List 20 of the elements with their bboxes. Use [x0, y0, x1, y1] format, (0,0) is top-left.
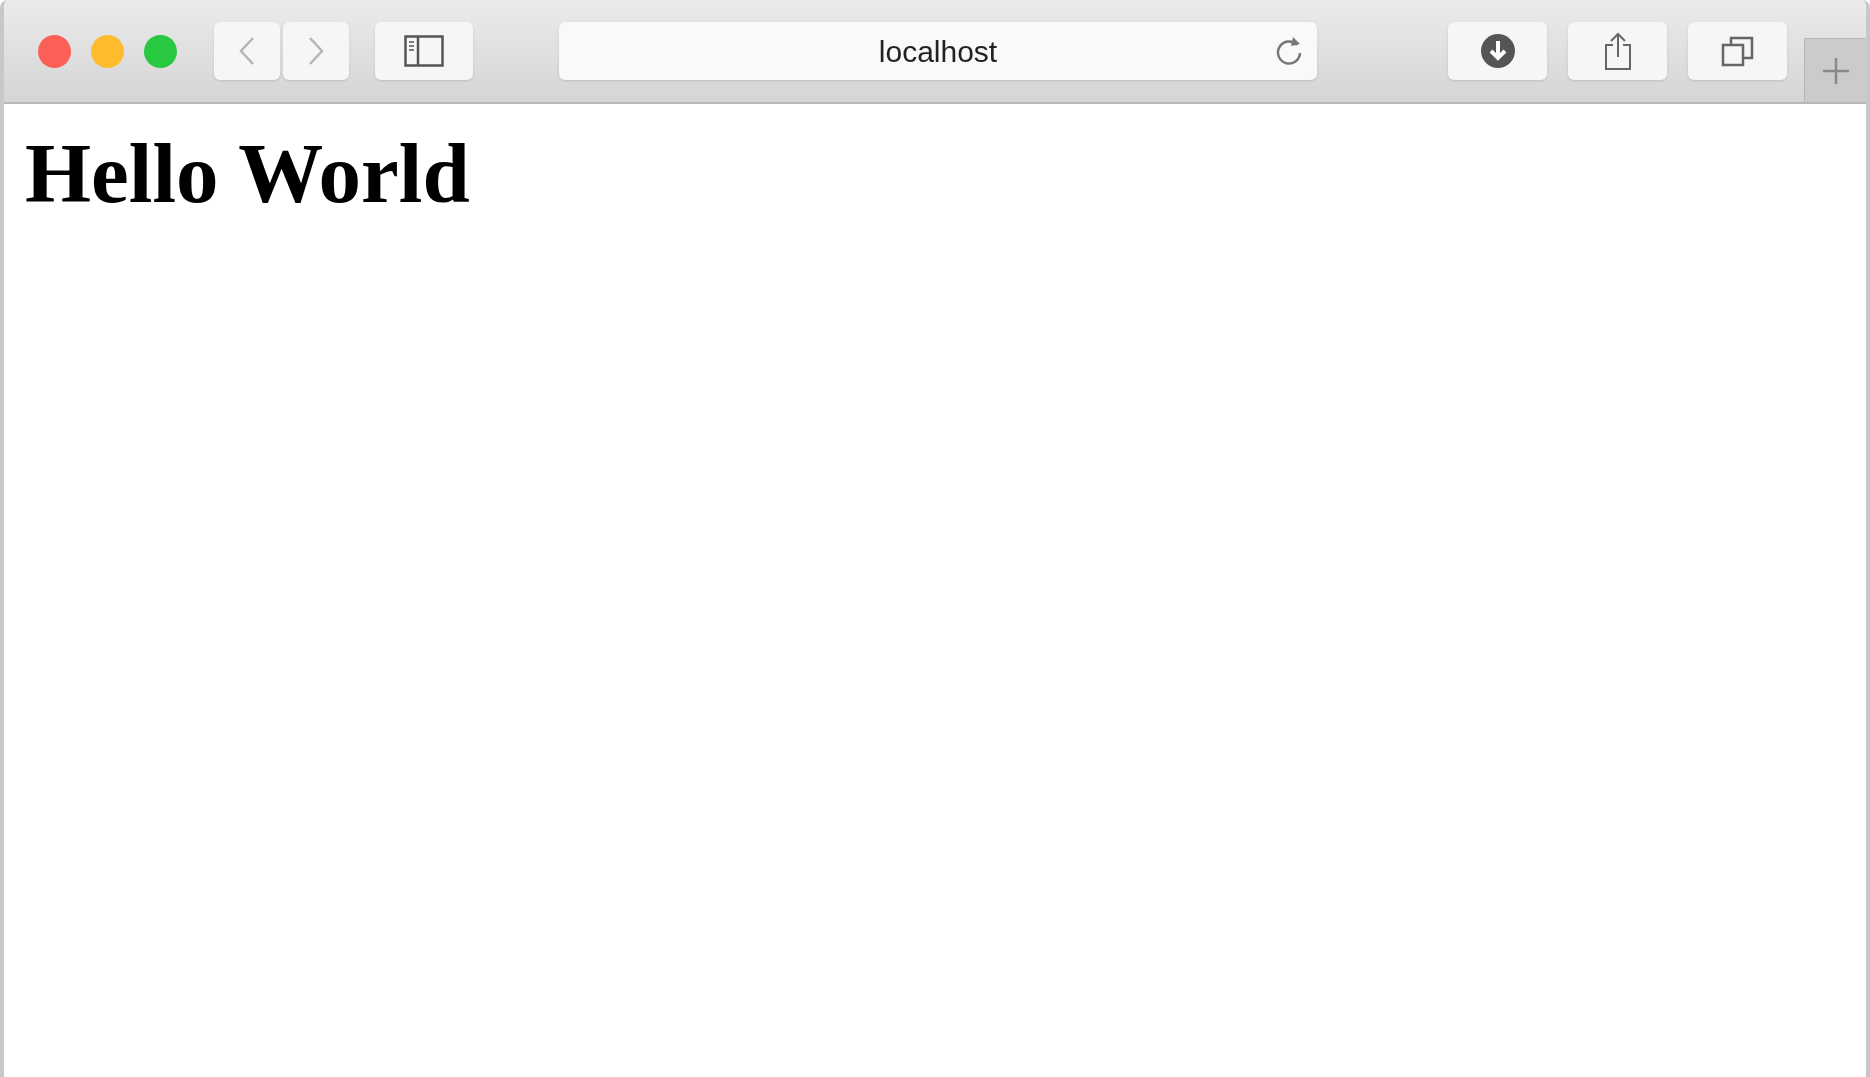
back-button[interactable]	[214, 22, 280, 80]
sidebar-icon	[404, 35, 444, 67]
share-button[interactable]	[1568, 22, 1667, 80]
zoom-button[interactable]	[144, 34, 177, 68]
tabs-icon	[1720, 35, 1755, 67]
chevron-right-icon	[307, 36, 325, 66]
address-bar[interactable]: localhost	[559, 22, 1317, 80]
page-heading: Hello World	[25, 125, 471, 222]
download-icon	[1479, 33, 1516, 69]
plus-icon	[1820, 55, 1851, 86]
url-text: localhost	[878, 33, 998, 70]
downloads-button[interactable]	[1448, 22, 1547, 80]
share-icon	[1602, 31, 1633, 71]
chevron-left-icon	[238, 36, 256, 66]
close-button[interactable]	[38, 34, 71, 68]
tabs-button[interactable]	[1688, 22, 1787, 80]
forward-button[interactable]	[283, 22, 349, 80]
minimize-button[interactable]	[91, 34, 124, 68]
new-tab-button[interactable]	[1804, 38, 1866, 102]
sidebar-button[interactable]	[375, 22, 473, 80]
